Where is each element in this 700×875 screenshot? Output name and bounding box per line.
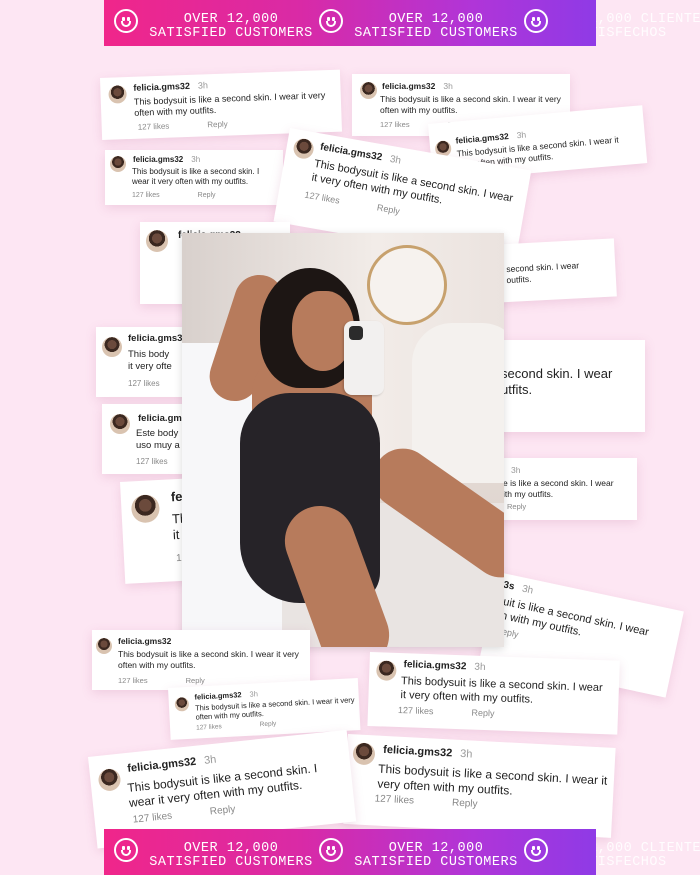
reply-link[interactable]: Reply xyxy=(198,192,216,199)
comment-text: This bodysuit is like a second skin. I w… xyxy=(132,167,260,186)
reply-link[interactable]: Reply xyxy=(507,502,526,511)
banner-line-1: OVER 12,000 xyxy=(388,841,484,856)
reply-link[interactable]: Reply xyxy=(207,120,228,130)
avatar xyxy=(146,230,168,252)
avatar xyxy=(108,85,127,104)
banner-overflow-line-1: +12,000 CLIENTES xyxy=(596,12,700,27)
username: felicia.gms32 xyxy=(382,743,453,760)
username: felicia.gms32 xyxy=(133,155,184,164)
avatar xyxy=(102,337,122,357)
phone xyxy=(344,321,384,395)
comment-card: felicia.gms32 3h This bodysuit is like a … xyxy=(100,69,343,140)
likes-count: 127 likes xyxy=(374,793,415,807)
timestamp: 3h xyxy=(516,129,527,141)
username: felicia.gms32 xyxy=(126,755,197,775)
reply-link[interactable]: Reply xyxy=(471,708,494,719)
ad-canvas: OVER 12,000 SATISFIED CUSTOMERS OVER 12,0… xyxy=(0,0,700,875)
likes-count: 127 likes xyxy=(397,705,434,717)
smiley-icon xyxy=(114,9,138,33)
timestamp: 3h xyxy=(388,153,402,167)
timestamp: 3h xyxy=(197,80,209,91)
banner-overflow-line-2: SATISFECHOS xyxy=(596,26,667,41)
timestamp: 3h xyxy=(520,583,535,597)
username: felicia.gms32 xyxy=(133,80,191,93)
username: felicia.gms32 xyxy=(118,636,172,646)
likes-count: 127 likes xyxy=(132,192,160,199)
avatar xyxy=(174,696,190,712)
timestamp: 3h xyxy=(459,747,473,761)
top-banner: OVER 12,000 SATISFIED CUSTOMERS OVER 12,0… xyxy=(104,0,596,46)
banner-unit: OVER 12,000 SATISFIED CUSTOMERS xyxy=(309,0,517,46)
avatar xyxy=(110,414,130,434)
reply-link[interactable]: Reply xyxy=(186,676,205,685)
banner-unit: OVER 12,000 SATISFIED CUSTOMERS xyxy=(104,829,312,875)
banner-overflow: +12,000 CLIENTESSATISFECHOS xyxy=(596,829,700,875)
banner-line-1: OVER 12,000 xyxy=(183,12,279,27)
timestamp: 3h xyxy=(191,155,201,164)
smiley-icon xyxy=(114,838,138,862)
banner-line-2: SATISFIED CUSTOMERS xyxy=(149,26,313,41)
banner-line-2: SATISFIED CUSTOMERS xyxy=(354,26,518,41)
banner-line-2: SATISFIED CUSTOMERS xyxy=(354,855,518,870)
comment-text: This bodysuit is like a second skin. I w… xyxy=(400,675,603,706)
comment-card: felicia.gms32 This bodysuit is like a se… xyxy=(92,630,310,690)
banner-line-2: SATISFIED CUSTOMERS xyxy=(149,855,313,870)
comment-card: second skin. I wear utfits. xyxy=(495,340,645,432)
bottom-banner: OVER 12,000 SATISFIED CUSTOMERS OVER 12,0… xyxy=(104,829,596,875)
avatar xyxy=(110,156,126,172)
smiley-icon xyxy=(319,838,343,862)
likes-count: 127 likes xyxy=(118,676,148,685)
avatar xyxy=(97,767,122,792)
banner-overflow-line-2: SATISFECHOS xyxy=(596,855,667,870)
timestamp: 3h xyxy=(474,661,486,674)
timestamp: 3h xyxy=(511,465,521,475)
banner-line-1: OVER 12,000 xyxy=(388,12,484,27)
reply-link[interactable]: Reply xyxy=(260,720,277,728)
smiley-icon xyxy=(524,9,548,33)
avatar xyxy=(352,742,376,766)
avatar xyxy=(292,137,316,161)
smiley-icon xyxy=(524,838,548,862)
likes-count: 127 likes xyxy=(303,189,341,206)
likes-count: 127 likes xyxy=(195,723,222,732)
username: felicia.gms32 xyxy=(382,81,436,91)
banner-unit xyxy=(514,0,596,46)
product-photo xyxy=(182,233,504,647)
username: felicia.gms32 xyxy=(455,131,510,146)
comment-text: This bodysuit is like a second skin. I w… xyxy=(310,157,514,207)
comment-text: This bodysuit is like a second skin. I w… xyxy=(133,90,326,119)
comment-card: felicia.gms32 3h This bodysuit is like a … xyxy=(343,734,616,838)
avatar xyxy=(376,660,397,681)
likes-count: 127 likes xyxy=(132,810,173,826)
username: felicia.gms32 xyxy=(194,690,242,702)
banner-overflow-line-1: +12,000 CLIENTES xyxy=(596,841,700,856)
username: felicia.gms32 xyxy=(403,659,467,673)
reply-link[interactable]: Reply xyxy=(452,798,478,810)
likes-count: 127 likes xyxy=(136,457,168,466)
comment-text: This bodysuit is like a second skin. I w… xyxy=(380,94,561,115)
likes-count: 127 likes xyxy=(137,121,170,132)
timestamp: 3h xyxy=(249,689,259,699)
banner-unit: OVER 12,000 SATISFIED CUSTOMERS xyxy=(104,0,312,46)
avatar xyxy=(360,82,377,99)
comment-card: felicia.gms32 3h This bodysuit is like a … xyxy=(105,150,283,205)
avatar xyxy=(130,493,161,524)
avatar xyxy=(96,638,112,654)
likes-count: 127 likes xyxy=(128,379,160,388)
timestamp: 3h xyxy=(203,753,217,767)
comment-card: e second skin. I wear y outfits. xyxy=(488,238,617,303)
banner-unit xyxy=(514,829,596,875)
username: felicia.gms32 xyxy=(128,333,188,344)
banner-line-1: OVER 12,000 xyxy=(183,841,279,856)
likes-count: 127 likes xyxy=(380,120,410,129)
comment-card: felicia.gms32 3h This bodysuit is like a … xyxy=(367,652,620,735)
comment-card: 3h e is like a second skin. I wear ith my… xyxy=(495,458,637,520)
reply-link[interactable]: Reply xyxy=(376,202,400,216)
reply-link[interactable]: Reply xyxy=(209,804,236,818)
banner-unit: OVER 12,000 SATISFIED CUSTOMERS xyxy=(309,829,517,875)
smiley-icon xyxy=(319,9,343,33)
timestamp: 3h xyxy=(443,81,453,91)
banner-overflow: +12,000 CLIENTESSATISFECHOS xyxy=(596,0,700,46)
comment-text: This bodysuit is like a second skin. I w… xyxy=(118,649,299,670)
